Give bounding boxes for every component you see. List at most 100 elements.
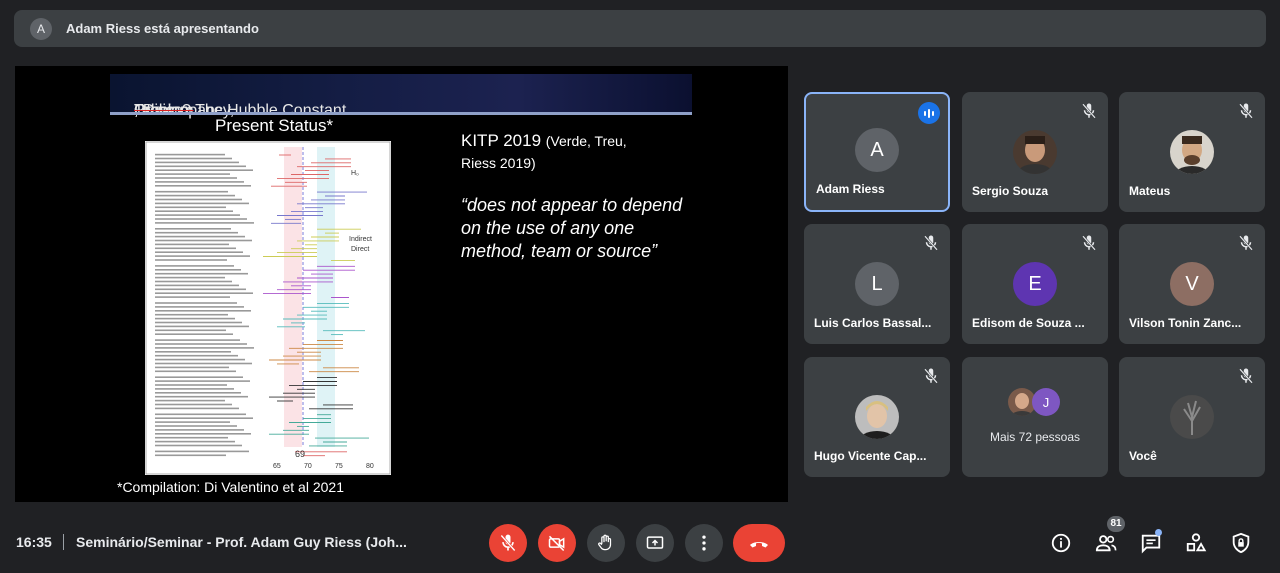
plot-row-label [155,269,241,271]
participant-tile-sergio-souza[interactable]: Sergio Souza [962,92,1108,212]
raise-hand-button[interactable] [587,524,625,562]
hand-icon [598,534,612,551]
more-people-label: Mais 72 pessoas [989,430,1081,444]
activities-button[interactable] [1183,530,1209,556]
plot-row-label [155,366,229,369]
participant-name: Mateus [1129,184,1171,198]
plot-row-label [155,243,229,246]
plot-row-label [155,358,245,361]
plot-row-label [155,239,252,242]
participant-name: Sergio Souza [972,184,1049,198]
plot-row-label [155,429,244,431]
plot-row-label [155,165,246,168]
plot-row-label [155,228,231,230]
plot-row-label [155,417,253,419]
plot-row-label [155,433,251,435]
plot-row-label [155,362,252,365]
plot-row-label [155,222,254,224]
plot-row-label [155,259,227,261]
axis-tick: 80 [366,463,374,470]
present-screen-button[interactable] [636,524,674,562]
meeting-clock: 16:35 [16,534,52,550]
info-icon [1051,533,1071,553]
slide-subtitle: Present Status* [215,116,334,135]
plot-row-label [155,376,243,378]
plot-row-label [155,206,226,209]
avatar: E [1013,262,1057,306]
plot-row-label [155,214,240,216]
slide-title-bar: Others? The Hubble Constant Tension, Dis… [110,74,692,119]
people-icon [1095,535,1117,552]
plot-label-indirect: Indirect [349,236,372,243]
h0-whisker-plot-graphic: 69 65 70 75 80 H₀ Indirect Direct [145,141,391,475]
mic-off-icon [1239,235,1253,251]
plot-row-label [155,450,249,453]
plot-row-label [155,329,226,332]
participant-name: Luis Carlos Bassal... [814,316,932,330]
plot-row-label [155,339,240,341]
avatar-photo [1170,395,1214,439]
plot-row-label [155,280,232,283]
plot-row-label [155,153,225,156]
leave-call-button[interactable] [733,524,785,562]
participant-name: Hugo Vicente Cap... [814,449,927,463]
toggle-microphone-button[interactable] [489,524,527,562]
plot-row-label [155,388,234,390]
plot-row-label [155,321,242,324]
mic-off-icon [1082,103,1096,119]
plot-row-label [155,333,233,335]
avatar-photo [1170,130,1214,174]
plot-row-label [155,173,230,175]
avatar: L [855,262,899,306]
plot-row-label [155,313,228,316]
mic-off-icon [1239,103,1253,119]
plot-row-label [155,407,239,410]
plot-row-label [155,425,237,427]
plot-row-label [155,198,242,201]
plot-row-label [155,395,248,398]
mic-off-icon [924,368,938,384]
kitp-reference: KITP 2019 (Verde, Treu, Riess 2019) [461,131,627,171]
plot-row-label [155,325,249,328]
plot-row-label [155,202,249,205]
plot-row-label [155,296,230,298]
plot-row-label [155,177,237,179]
plot-row-label [155,276,225,279]
people-button[interactable] [1093,530,1119,556]
participant-count-badge: 81 [1107,516,1125,532]
plot-row-label [155,288,246,291]
shield-lock-icon [1232,532,1250,554]
participant-tile-luis-carlos[interactable]: L Luis Carlos Bassal... [804,224,950,344]
more-vert-icon [702,535,706,551]
plot-row-label [155,157,232,160]
slide-title-underline [110,112,692,115]
more-options-button[interactable] [685,524,723,562]
present-screen-icon [646,536,664,549]
plot-row-label [155,347,254,349]
axis-tick: 75 [335,463,343,470]
toggle-camera-button[interactable] [538,524,576,562]
participant-tile-self[interactable]: Você [1119,357,1265,477]
mic-off-icon [924,235,938,251]
plot-label-h0: H₀ [351,170,359,177]
meeting-details-button[interactable] [1048,530,1074,556]
plot-row-label [155,440,235,443]
plot-row-label [155,444,242,447]
participant-tile-edisom[interactable]: E Edisom de Souza ... [962,224,1108,344]
participant-tile-vilson[interactable]: V Vilson Tonin Zanc... [1119,224,1265,344]
plot-row-label [155,413,246,416]
more-participants-tile[interactable]: J Mais 72 pessoas [962,357,1108,477]
participant-tile-mateus[interactable]: Mateus [1119,92,1265,212]
participant-tile-hugo[interactable]: Hugo Vicente Cap... [804,357,950,477]
host-controls-button[interactable] [1228,530,1254,556]
plot-row-label [155,370,236,373]
plot-row-label [155,306,244,308]
camera-off-icon [548,535,565,552]
presenter-banner: A Adam Riess está apresentando [14,10,1266,47]
plot-row-label [155,454,226,457]
plot-row-label [155,399,225,402]
avatar: A [855,128,899,172]
avatar: V [1170,262,1214,306]
plot-row-label [155,190,228,193]
participant-tile-adam-riess[interactable]: A Adam Riess [804,92,950,212]
